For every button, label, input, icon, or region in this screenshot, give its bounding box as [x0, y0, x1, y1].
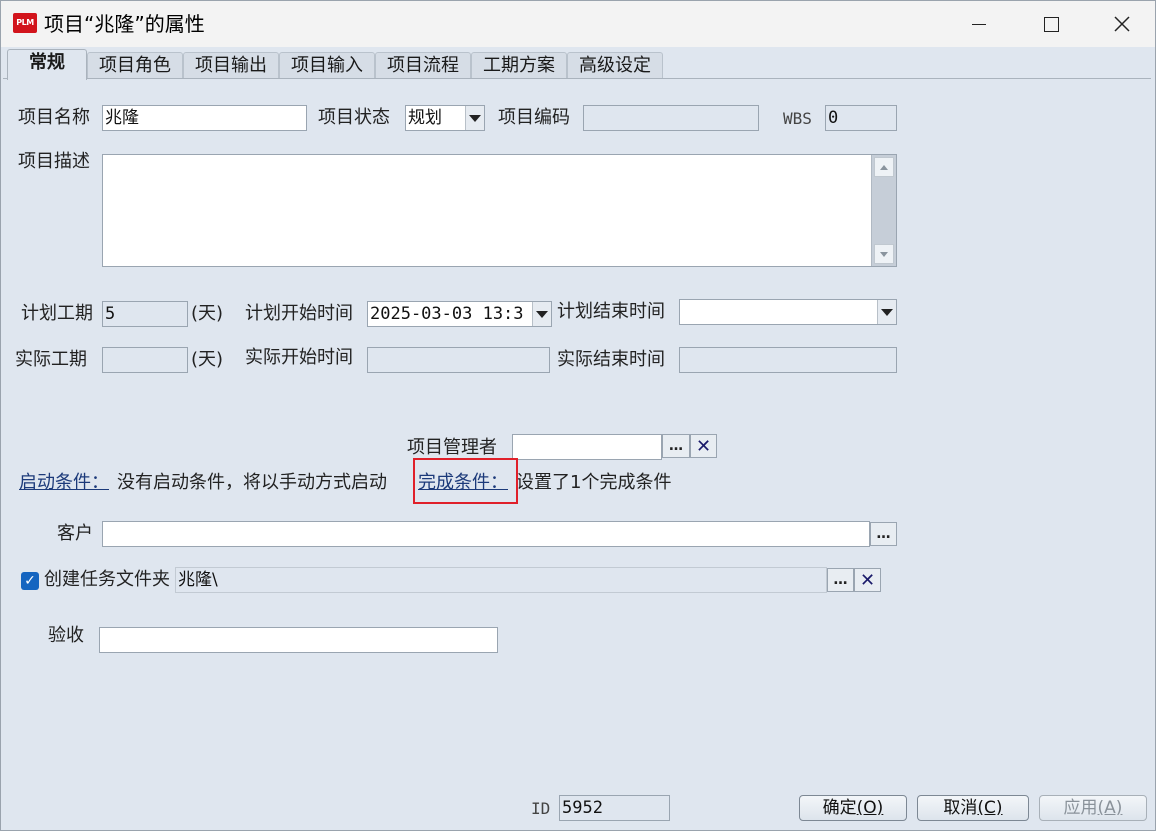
- ellipsis-icon: …: [833, 572, 848, 588]
- acceptance-label: 验收: [48, 625, 84, 646]
- ellipsis-icon: …: [669, 438, 683, 454]
- apply-label: 应用: [1063, 798, 1098, 818]
- chevron-down-icon: [881, 308, 893, 316]
- window-title: 项目“兆隆”的属性: [44, 12, 205, 36]
- minimize-icon: [972, 23, 986, 25]
- create-folder-checkbox[interactable]: ✓: [21, 572, 39, 590]
- folder-clear-button[interactable]: ✕: [854, 568, 881, 592]
- planned-start-value: 2025-03-03 13:3: [370, 304, 524, 324]
- scroll-down-button[interactable]: [874, 244, 894, 264]
- dialog-client: 常规 项目角色 项目输出 项目输入 项目流程 工期方案 高级设定 项目名称 兆隆…: [1, 47, 1155, 830]
- tab-duration-plan[interactable]: 工期方案: [471, 52, 567, 79]
- arrow-up-icon: [880, 164, 888, 170]
- ok-label: 确定: [822, 798, 857, 818]
- chevron-down-icon: [469, 114, 481, 122]
- create-folder-path[interactable]: 兆隆\: [175, 567, 827, 593]
- customer-browse-button[interactable]: …: [870, 522, 897, 546]
- scroll-up-button[interactable]: [874, 157, 894, 177]
- planned-end-select[interactable]: [679, 299, 897, 325]
- id-field[interactable]: 5952: [559, 795, 670, 821]
- planned-start-dropdown-button[interactable]: [532, 302, 551, 326]
- description-label: 项目描述: [18, 151, 90, 172]
- title-bar[interactable]: PLM 项目“兆隆”的属性: [1, 1, 1155, 47]
- maximize-button[interactable]: [1023, 1, 1079, 47]
- project-status-value: 规划: [408, 108, 442, 128]
- actual-duration-input[interactable]: [102, 347, 188, 373]
- project-code-input[interactable]: [583, 105, 759, 131]
- id-label: ID: [531, 799, 551, 818]
- project-status-label: 项目状态: [318, 107, 390, 128]
- apply-shortcut: (A): [1097, 798, 1123, 818]
- planned-start-select[interactable]: 2025-03-03 13:3: [367, 301, 552, 327]
- arrow-down-icon: [880, 251, 888, 257]
- tab-project-outputs[interactable]: 项目输出: [183, 52, 279, 79]
- apply-button[interactable]: 应用(A): [1039, 795, 1147, 821]
- start-condition-text: 没有启动条件，将以手动方式启动: [117, 472, 387, 493]
- ok-shortcut: (O): [856, 798, 884, 818]
- project-name-label: 项目名称: [18, 107, 90, 128]
- wbs-input[interactable]: 0: [825, 105, 897, 131]
- customer-input[interactable]: [102, 521, 870, 547]
- planned-end-dropdown-button[interactable]: [877, 300, 896, 324]
- planned-duration-unit: (天): [191, 303, 224, 324]
- actual-start-input[interactable]: [367, 347, 550, 373]
- plm-app-icon: PLM: [13, 13, 37, 33]
- manager-input[interactable]: [512, 434, 662, 460]
- status-dropdown-button[interactable]: [465, 106, 484, 130]
- tab-advanced-settings[interactable]: 高级设定: [567, 52, 663, 79]
- chevron-down-icon: [536, 310, 548, 318]
- project-status-select[interactable]: 规划: [405, 105, 485, 131]
- cancel-label: 取消: [943, 798, 978, 818]
- cancel-button[interactable]: 取消(C): [917, 795, 1029, 821]
- planned-end-label: 计划结束时间: [557, 301, 665, 322]
- checkmark-icon: ✓: [24, 573, 36, 589]
- acceptance-input[interactable]: [99, 627, 498, 653]
- wbs-label: WBS: [783, 109, 812, 128]
- project-name-input[interactable]: 兆隆: [102, 105, 307, 131]
- actual-duration-label: 实际工期: [15, 349, 87, 370]
- folder-browse-button[interactable]: …: [827, 568, 854, 592]
- maximize-icon: [1043, 16, 1059, 32]
- actual-end-label: 实际结束时间: [557, 349, 665, 370]
- ellipsis-icon: …: [876, 526, 891, 542]
- tab-project-inputs[interactable]: 项目输入: [279, 52, 375, 79]
- highlight-box: [413, 458, 518, 504]
- properties-window: PLM 项目“兆隆”的属性 常规 项目角色 项目输出 项目输入 项目流程 工期方…: [0, 0, 1156, 831]
- planned-duration-label: 计划工期: [21, 303, 93, 324]
- ok-button[interactable]: 确定(O): [799, 795, 907, 821]
- close-icon: [1114, 16, 1130, 32]
- tab-project-roles[interactable]: 项目角色: [87, 52, 183, 79]
- start-condition-link[interactable]: 启动条件：: [19, 471, 109, 495]
- close-button[interactable]: [1094, 1, 1150, 47]
- planned-start-label: 计划开始时间: [245, 303, 353, 324]
- create-folder-label: 创建任务文件夹: [44, 569, 170, 590]
- tab-general[interactable]: 常规: [7, 49, 87, 80]
- clear-x-icon: ✕: [695, 435, 712, 457]
- planned-duration-input[interactable]: 5: [102, 301, 188, 327]
- clear-x-icon: ✕: [859, 569, 876, 591]
- project-code-label: 项目编码: [498, 107, 570, 128]
- actual-start-label: 实际开始时间: [245, 347, 353, 368]
- actual-end-input[interactable]: [679, 347, 897, 373]
- actual-duration-unit: (天): [191, 349, 224, 370]
- manager-browse-button[interactable]: …: [662, 434, 690, 458]
- finish-condition-text: 设置了1个完成条件: [516, 472, 672, 493]
- customer-label: 客户: [57, 523, 93, 544]
- description-scrollbar[interactable]: [871, 155, 896, 266]
- minimize-button[interactable]: [951, 1, 1007, 47]
- description-textarea[interactable]: [102, 154, 897, 267]
- tab-project-workflow[interactable]: 项目流程: [375, 52, 471, 79]
- cancel-shortcut: (C): [977, 798, 1003, 818]
- manager-clear-button[interactable]: ✕: [690, 434, 717, 458]
